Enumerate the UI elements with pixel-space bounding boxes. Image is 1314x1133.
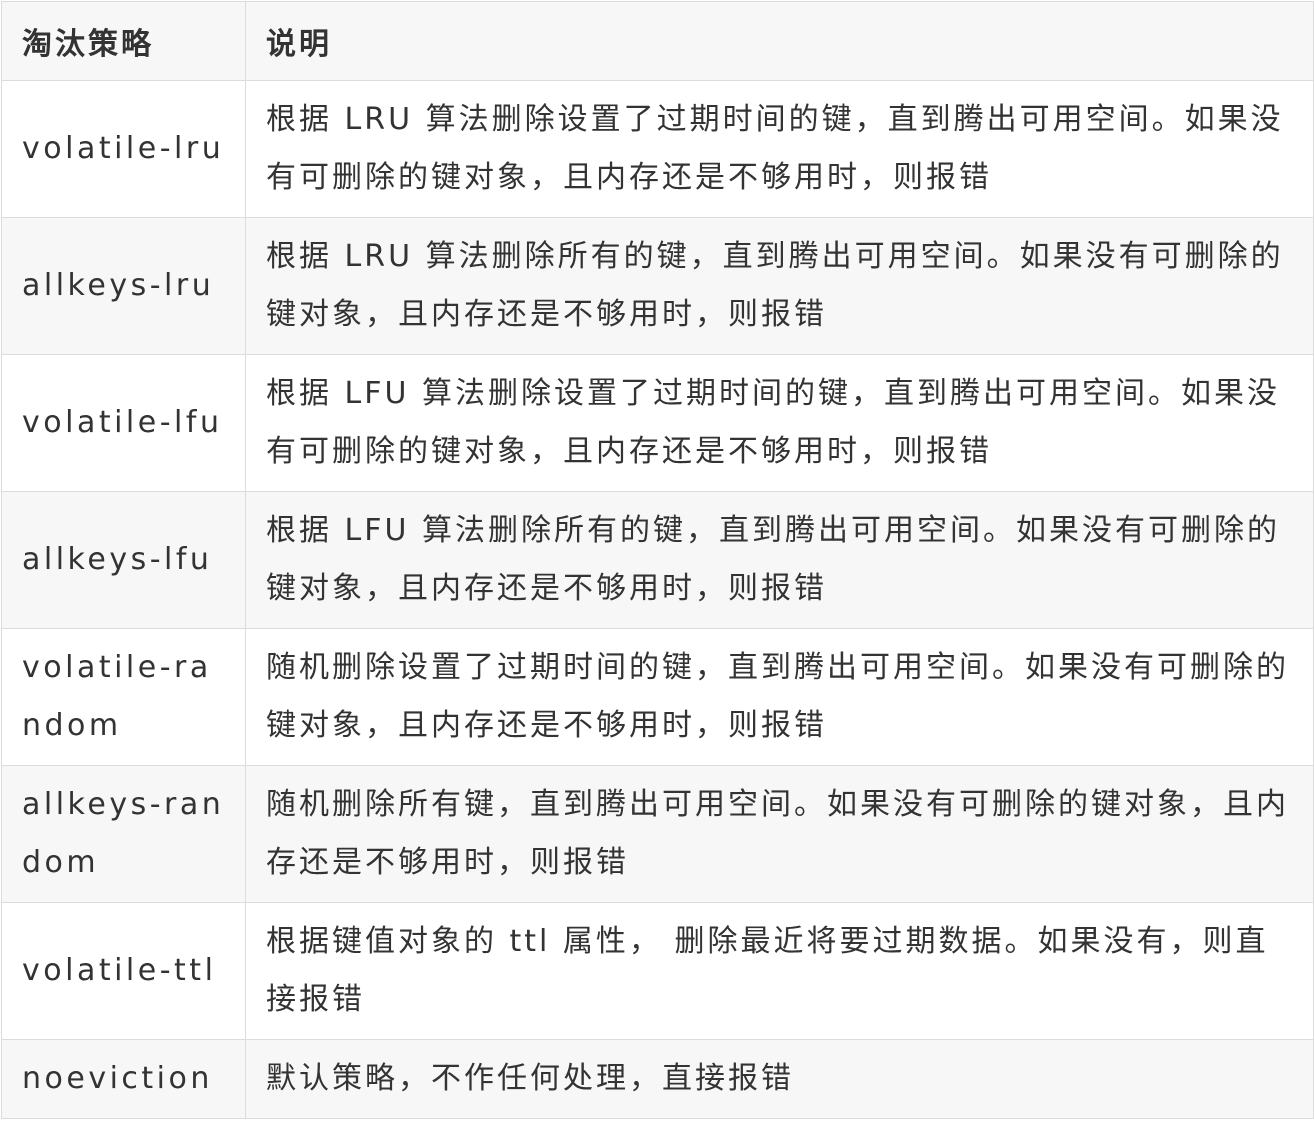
- policy-name-cell: allkeys-random: [1, 765, 246, 903]
- table-header-row: 淘汰策略 说明: [1, 1, 1314, 81]
- header-policy: 淘汰策略: [1, 1, 246, 81]
- policy-name-cell: allkeys-lfu: [1, 491, 246, 629]
- policy-description-cell: 根据 LFU 算法删除设置了过期时间的键，直到腾出可用空间。如果没有可删除的键对…: [245, 354, 1314, 492]
- table-row: noeviction 默认策略，不作任何处理，直接报错: [1, 1039, 1314, 1119]
- policy-description-cell: 根据 LFU 算法删除所有的键，直到腾出可用空间。如果没有可删除的键对象，且内存…: [245, 491, 1314, 629]
- table-row: allkeys-lru 根据 LRU 算法删除所有的键，直到腾出可用空间。如果没…: [1, 217, 1314, 355]
- policy-name-cell: noeviction: [1, 1039, 246, 1119]
- table-row: volatile-lfu 根据 LFU 算法删除设置了过期时间的键，直到腾出可用…: [1, 354, 1314, 492]
- header-description: 说明: [245, 1, 1314, 81]
- policy-name-cell: volatile-ttl: [1, 902, 246, 1040]
- policy-name-cell: volatile-lru: [1, 80, 246, 218]
- policy-description-cell: 默认策略，不作任何处理，直接报错: [245, 1039, 1314, 1119]
- table-row: volatile-random 随机删除设置了过期时间的键，直到腾出可用空间。如…: [1, 628, 1314, 766]
- table-row: volatile-lru 根据 LRU 算法删除设置了过期时间的键，直到腾出可用…: [1, 80, 1314, 218]
- policy-description-cell: 随机删除所有键，直到腾出可用空间。如果没有可删除的键对象，且内存还是不够用时，则…: [245, 765, 1314, 903]
- eviction-policy-table: 淘汰策略 说明 volatile-lru 根据 LRU 算法删除设置了过期时间的…: [1, 1, 1314, 1119]
- policy-description-cell: 根据 LRU 算法删除设置了过期时间的键，直到腾出可用空间。如果没有可删除的键对…: [245, 80, 1314, 218]
- policy-name-cell: allkeys-lru: [1, 217, 246, 355]
- policy-name-cell: volatile-lfu: [1, 354, 246, 492]
- policy-name-cell: volatile-random: [1, 628, 246, 766]
- policy-description-cell: 根据键值对象的 ttl 属性， 删除最近将要过期数据。如果没有，则直接报错: [245, 902, 1314, 1040]
- table-row: allkeys-random 随机删除所有键，直到腾出可用空间。如果没有可删除的…: [1, 765, 1314, 903]
- policy-description-cell: 随机删除设置了过期时间的键，直到腾出可用空间。如果没有可删除的键对象，且内存还是…: [245, 628, 1314, 766]
- table-row: allkeys-lfu 根据 LFU 算法删除所有的键，直到腾出可用空间。如果没…: [1, 491, 1314, 629]
- policy-description-cell: 根据 LRU 算法删除所有的键，直到腾出可用空间。如果没有可删除的键对象，且内存…: [245, 217, 1314, 355]
- table-row: volatile-ttl 根据键值对象的 ttl 属性， 删除最近将要过期数据。…: [1, 902, 1314, 1040]
